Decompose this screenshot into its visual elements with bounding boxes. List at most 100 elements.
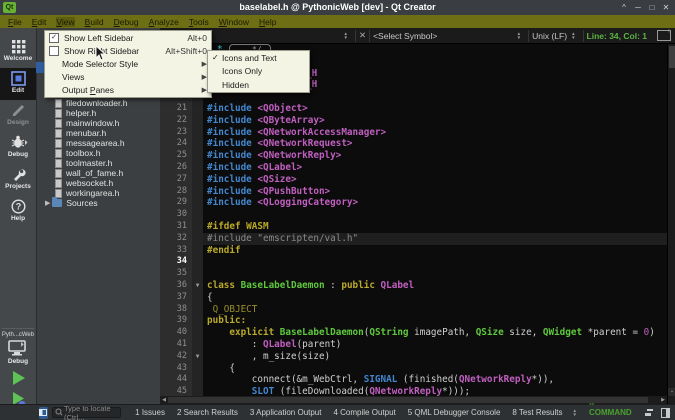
locator-input[interactable]: Type to locate (Ctrl... — [52, 407, 121, 418]
tree-folder-sources[interactable]: ▶Sources — [37, 198, 161, 208]
menubar-item-window[interactable]: Window — [219, 17, 249, 27]
tree-item-toolmaster-h[interactable]: toolmaster.h — [37, 158, 161, 168]
expand-arrow-icon[interactable]: ▶ — [45, 199, 50, 207]
minimize-button[interactable]: ─ — [631, 0, 645, 15]
menubar-item-view[interactable]: View — [56, 17, 74, 27]
code-text: #include <QNetworkAccessManager> — [203, 127, 667, 139]
line-ending-arrows-icon[interactable]: ▲▼ — [571, 32, 575, 38]
file-name: wall_of_fame.h — [66, 168, 123, 178]
code-line-20[interactable]: 20 — [160, 91, 667, 103]
code-line-25[interactable]: 25#include <QNetworkReply> — [160, 150, 667, 162]
code-line-30[interactable]: 30 — [160, 209, 667, 221]
tree-item-filedownloader-h[interactable]: filedownloader.h — [37, 98, 161, 108]
code-line-21[interactable]: 21#include <QObject> — [160, 103, 667, 115]
menu-item-views[interactable]: Views▶ — [45, 71, 211, 84]
file-name: menubar.h — [66, 128, 106, 138]
toggle-right-sidebar-icon[interactable] — [661, 408, 670, 418]
code-line-31[interactable]: 31#ifdef WASM — [160, 221, 667, 233]
menubar-item-help[interactable]: Help — [259, 17, 276, 27]
code-line-45[interactable]: 45 SLOT (fileDownloaded(QNetworkReply*))… — [160, 386, 667, 396]
code-line-36[interactable]: 36▼class BaseLabelDaemon : public QLabel — [160, 280, 667, 292]
code-line-43[interactable]: 43 { — [160, 363, 667, 375]
maximize-button[interactable]: □ — [645, 0, 659, 15]
close-document-button[interactable]: ✕ — [359, 30, 366, 41]
output-pane-button-5[interactable]: 5 QML Debugger Console — [408, 408, 501, 417]
output-pane-button-4[interactable]: 4 Compile Output — [333, 408, 395, 417]
mode-help[interactable]: ?Help — [0, 196, 36, 228]
file-dropdown-arrows-icon[interactable]: ▲▼ — [343, 32, 347, 38]
submenu-item-icons-only[interactable]: Icons Only — [208, 65, 309, 79]
tree-item-websocket-h[interactable]: websocket.h — [37, 178, 161, 188]
menu-item-output-panes[interactable]: Output Panes▶ — [45, 84, 211, 97]
scroll-right-icon[interactable]: ▶ — [659, 396, 667, 404]
code-line-41[interactable]: 41 : QLabel(parent) — [160, 339, 667, 351]
mode-design[interactable]: Design — [0, 100, 36, 132]
mode-debug[interactable]: Debug — [0, 132, 36, 164]
tree-item-wall_of_fame-h[interactable]: wall_of_fame.h — [37, 168, 161, 178]
tree-item-messagearea-h[interactable]: messagearea.h — [37, 138, 161, 148]
code-line-29[interactable]: 29#include <QLoggingCategory> — [160, 197, 667, 209]
tree-item-menubar-h[interactable]: menubar.h — [37, 128, 161, 138]
code-line-39[interactable]: 39public: — [160, 315, 667, 327]
code-line-44[interactable]: 44 connect(&m_WebCtrl, SIGNAL (finished(… — [160, 374, 667, 386]
tree-item-toolbox-h[interactable]: toolbox.h — [37, 148, 161, 158]
menubar-item-file[interactable]: File — [8, 17, 22, 27]
code-line-37[interactable]: 37{ — [160, 292, 667, 304]
line-ending-dropdown[interactable]: Unix (LF) — [532, 31, 567, 41]
code-line-38[interactable]: 38 Q_OBJECT — [160, 304, 667, 316]
rollup-button[interactable]: ^ — [617, 0, 631, 15]
code-line-35[interactable]: 35 — [160, 268, 667, 280]
output-pane-button-8[interactable]: 8 Test Results — [512, 408, 562, 417]
menubar-item-build[interactable]: Build — [85, 17, 104, 27]
code-line-27[interactable]: 27#include <QSize> — [160, 174, 667, 186]
output-pane-button-3[interactable]: 3 Application Output — [250, 408, 322, 417]
scroll-left-icon[interactable]: ◀ — [160, 396, 168, 404]
mode-projects[interactable]: Projects — [0, 164, 36, 196]
line-number: 28 — [160, 186, 192, 198]
menubar-item-tools[interactable]: Tools — [189, 17, 209, 27]
output-pane-button-1[interactable]: 1 Issues — [135, 408, 165, 417]
symbol-dropdown-arrows-icon[interactable]: ▲▼ — [517, 32, 521, 38]
tree-selected-row[interactable] — [36, 62, 44, 73]
code-line-26[interactable]: 26#include <QLabel> — [160, 162, 667, 174]
mode-welcome[interactable]: Welcome — [0, 36, 36, 68]
code-line-40[interactable]: 40 explicit BaseLabelDaemon(QString imag… — [160, 327, 667, 339]
pane-arrows-icon[interactable]: ▲▼ — [573, 409, 577, 415]
horizontal-scrollbar-thumb[interactable] — [168, 397, 648, 403]
menubar-item-debug[interactable]: Debug — [114, 17, 139, 27]
code-line-42[interactable]: 42▼ , m_size(size) — [160, 351, 667, 363]
close-button[interactable]: ✕ — [659, 0, 673, 15]
submenu-item-icons-and-text[interactable]: ✓Icons and Text — [208, 51, 309, 65]
output-pane-button-2[interactable]: 2 Search Results — [177, 408, 238, 417]
code-line-24[interactable]: 24#include <QNetworkRequest> — [160, 138, 667, 150]
menu-item-show-right-sidebar[interactable]: Show Right SidebarAlt+Shift+0 — [45, 44, 211, 57]
menu-item-show-left-sidebar[interactable]: ✓Show Left SidebarAlt+0 — [45, 31, 211, 44]
toggle-left-sidebar-button[interactable] — [39, 407, 48, 419]
maximize-output-pane-icon[interactable] — [645, 409, 652, 416]
code-line-28[interactable]: 28#include <QPushButton> — [160, 186, 667, 198]
tree-item-mainwindow-h[interactable]: mainwindow.h — [37, 118, 161, 128]
fold-marker-icon[interactable]: ▼ — [192, 351, 203, 363]
fold-marker-icon[interactable]: ▼ — [192, 280, 203, 292]
code-line-33[interactable]: 33#endif — [160, 245, 667, 257]
code-line-32[interactable]: 32#include "emscripten/val.h" — [160, 233, 667, 245]
vertical-scrollbar-thumb[interactable] — [669, 46, 675, 68]
code-text: { — [203, 292, 667, 304]
tree-item-helper-h[interactable]: helper.h — [37, 108, 161, 118]
mode-edit[interactable]: Edit — [0, 68, 36, 100]
mode-label: Projects — [0, 183, 36, 190]
code-line-23[interactable]: 23#include <QNetworkAccessManager> — [160, 127, 667, 139]
submenu-item-hidden[interactable]: Hidden — [208, 78, 309, 92]
symbol-dropdown[interactable]: <Select Symbol> — [373, 31, 437, 41]
run-button[interactable] — [11, 370, 27, 391]
menubar-item-analyze[interactable]: Analyze — [149, 17, 179, 27]
menu-item-mode-selector-style[interactable]: Mode Selector Style▶ — [45, 57, 211, 70]
split-editor-icon[interactable] — [657, 30, 671, 41]
code-editor[interactable]: 16*...*/1718_H19_H2021#include <QObject>… — [160, 44, 667, 396]
code-line-22[interactable]: 22#include <QByteArray> — [160, 115, 667, 127]
scrollbar-options-icon[interactable]: ▪ — [668, 388, 675, 396]
vertical-scrollbar[interactable]: ▪ — [667, 44, 675, 404]
code-line-34[interactable]: 34 — [160, 256, 667, 268]
titlebar[interactable]: Qt baselabel.h @ PythonicWeb [dev] - Qt … — [0, 0, 675, 15]
menubar-item-edit[interactable]: Edit — [32, 17, 47, 27]
